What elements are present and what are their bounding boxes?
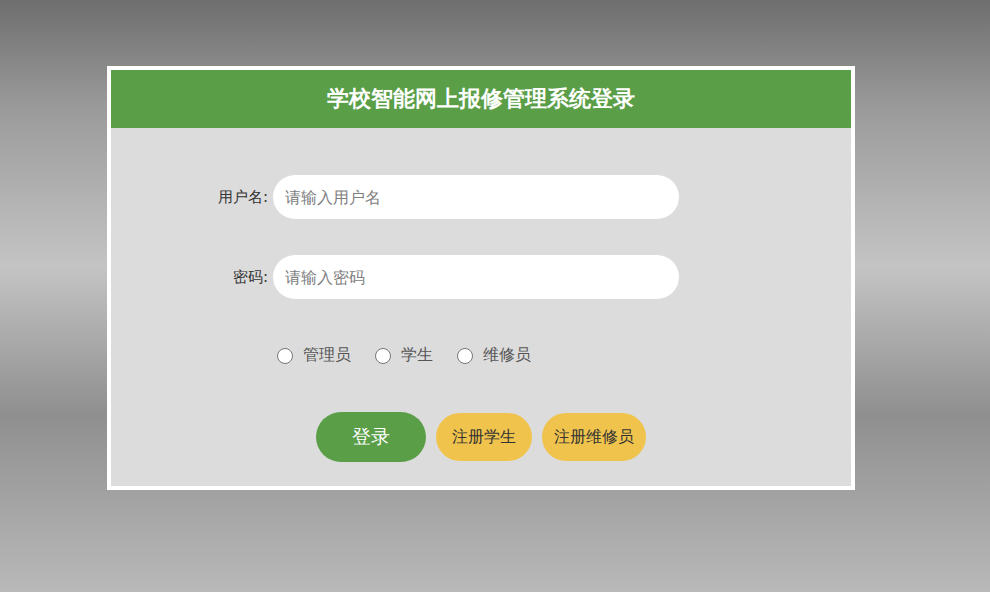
role-option[interactable]: 管理员 bbox=[277, 345, 351, 366]
page-background: 学校智能网上报修管理系统登录用户名: 密码: 管理员 学生 维修员登录注册学生注册维修员 bbox=[0, 0, 990, 592]
radio-icon[interactable] bbox=[375, 348, 391, 364]
login-form: 用户名: 密码: 管理员 学生 维修员登录注册学生注册维修员 bbox=[111, 128, 851, 486]
login-title: 学校智能网上报修管理系统登录 bbox=[111, 70, 851, 128]
radio-icon[interactable] bbox=[277, 348, 293, 364]
role-option[interactable]: 学生 bbox=[375, 345, 433, 366]
password-input[interactable] bbox=[273, 255, 679, 299]
login-panel: 学校智能网上报修管理系统登录用户名: 密码: 管理员 学生 维修员登录注册学生注册维修员 bbox=[107, 66, 855, 490]
radio-icon[interactable] bbox=[457, 348, 473, 364]
role-option[interactable]: 维修员 bbox=[457, 345, 531, 366]
field-label: 密码: bbox=[111, 268, 273, 287]
button-row: 登录注册学生注册维修员 bbox=[111, 412, 851, 462]
role-label: 维修员 bbox=[483, 345, 531, 366]
username-input[interactable] bbox=[273, 175, 679, 219]
role-label: 管理员 bbox=[303, 345, 351, 366]
field-label: 用户名: bbox=[111, 188, 273, 207]
register-button[interactable]: 注册维修员 bbox=[542, 413, 646, 461]
field-row: 密码: bbox=[111, 255, 851, 299]
field-row: 用户名: bbox=[111, 175, 851, 219]
login-button[interactable]: 登录 bbox=[316, 412, 426, 462]
role-label: 学生 bbox=[401, 345, 433, 366]
role-group: 管理员 学生 维修员 bbox=[111, 345, 851, 366]
register-button[interactable]: 注册学生 bbox=[436, 413, 532, 461]
